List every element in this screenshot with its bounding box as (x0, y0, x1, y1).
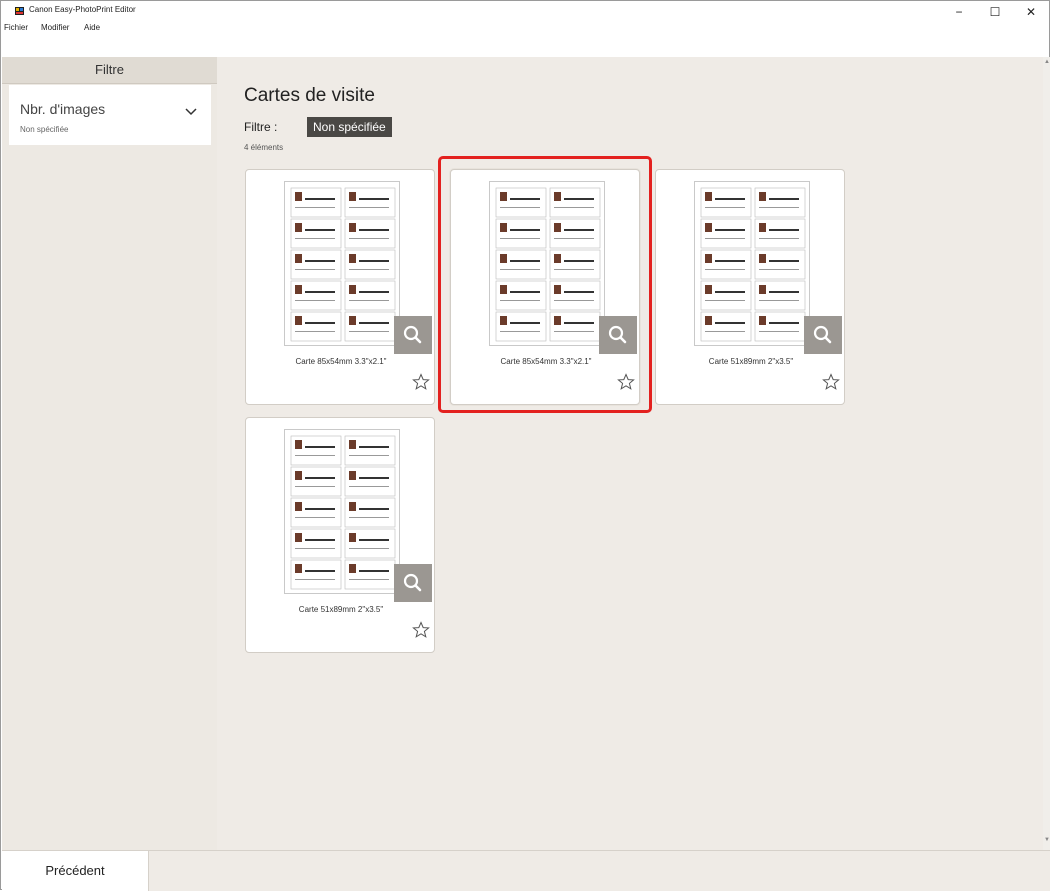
close-button[interactable]: ✕ (1013, 1, 1049, 23)
preview-button[interactable] (394, 564, 432, 602)
filter-image-count[interactable]: Nbr. d'images Non spécifiée (9, 85, 211, 145)
template-thumbnail (694, 181, 810, 346)
active-filter-label: Filtre : (244, 120, 278, 134)
minimize-button[interactable]: − (941, 1, 977, 23)
footer-bar: Précédent (2, 850, 1050, 891)
app-logo-icon (15, 7, 24, 15)
app-window: Canon Easy-PhotoPrint Editor − ☐ ✕ Fichi… (0, 0, 1050, 891)
template-card[interactable]: Carte 51x89mm 2"x3.5" (655, 169, 845, 405)
chevron-down-icon[interactable] (185, 105, 197, 117)
favorite-star-icon[interactable] (412, 373, 430, 391)
back-button[interactable]: Précédent (2, 851, 149, 891)
magnifier-icon (403, 325, 422, 344)
template-thumbnail (284, 181, 400, 346)
preview-button[interactable] (394, 316, 432, 354)
sidebar-header: Filtre (2, 57, 217, 84)
magnifier-icon (403, 573, 422, 592)
magnifier-icon (813, 325, 832, 344)
page-title: Cartes de visite (244, 85, 375, 106)
business-card-sheet-preview (290, 435, 396, 590)
preview-button[interactable] (804, 316, 842, 354)
filter-value: Non spécifiée (20, 125, 69, 134)
scroll-down-arrow-icon[interactable]: ▼ (1044, 837, 1050, 843)
menu-aide[interactable]: Aide (84, 23, 100, 32)
template-thumbnail (284, 429, 400, 594)
template-label: Carte 85x54mm 3.3"x2.1" (295, 357, 387, 366)
favorite-star-icon[interactable] (412, 621, 430, 639)
template-card[interactable]: Carte 51x89mm 2"x3.5" (245, 417, 435, 653)
item-count: 4 éléments (244, 143, 284, 152)
menu-modifier[interactable]: Modifier (41, 23, 69, 32)
active-filter-badge: Non spécifiée (307, 117, 392, 137)
title-bar: Canon Easy-PhotoPrint Editor − ☐ ✕ (1, 1, 1049, 21)
business-card-sheet-preview (290, 187, 396, 342)
menu-fichier[interactable]: Fichier (4, 23, 28, 32)
window-title: Canon Easy-PhotoPrint Editor (29, 5, 136, 14)
maximize-button[interactable]: ☐ (977, 1, 1013, 23)
vertical-scrollbar[interactable] (1043, 57, 1050, 850)
business-card-sheet-preview (700, 187, 806, 342)
template-label: Carte 51x89mm 2"x3.5" (708, 357, 794, 366)
scroll-up-arrow-icon[interactable]: ▲ (1044, 59, 1050, 65)
favorite-star-icon[interactable] (822, 373, 840, 391)
template-label: Carte 51x89mm 2"x3.5" (298, 605, 384, 614)
filter-sidebar: Filtre Nbr. d'images Non spécifiée (2, 57, 217, 850)
template-card[interactable]: Carte 85x54mm 3.3"x2.1" (245, 169, 435, 405)
selection-highlight (438, 156, 652, 413)
filter-title: Nbr. d'images (20, 101, 106, 117)
